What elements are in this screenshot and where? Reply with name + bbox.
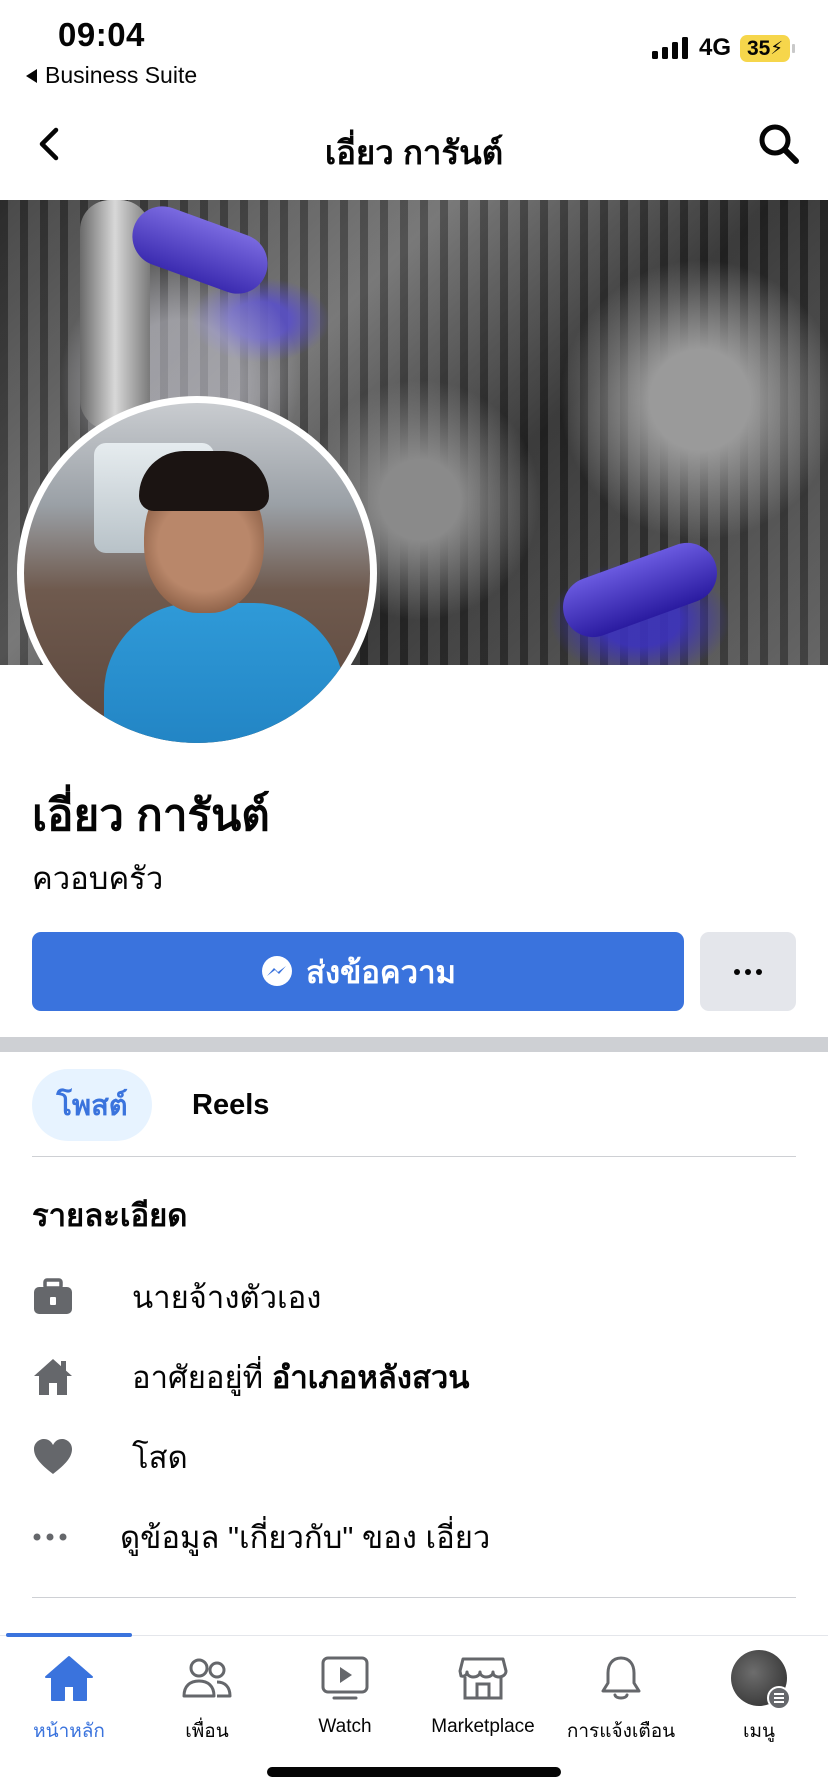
tab-reels-label: Reels <box>192 1088 270 1121</box>
nav-home[interactable]: หน้าหลัก <box>0 1650 138 1746</box>
send-message-label: ส่งข้อความ <box>306 954 456 990</box>
profile-picture-image <box>24 403 370 743</box>
detail-lives-prefix: อาศัยอยู่ที่ <box>132 1360 272 1395</box>
search-icon <box>759 124 799 164</box>
status-bar: 09:04 Business Suite 4G 35 ⚡ <box>0 0 828 96</box>
home-indicator <box>267 1767 561 1777</box>
nav-marketplace-label: Marketplace <box>431 1716 535 1737</box>
see-about-link[interactable]: ดูข้อมูล "เกี่ยวกับ" ของ เอี่ยว <box>32 1512 490 1562</box>
detail-lives-place[interactable]: อำเภอหลังสวน <box>272 1352 470 1402</box>
top-header: เอี่ยว การันต์ <box>0 96 828 200</box>
profile-photo-shirt <box>104 603 344 743</box>
cellular-signal-icon <box>652 37 688 59</box>
network-type: 4G <box>699 34 732 61</box>
house-icon <box>32 1355 88 1399</box>
profile-picture[interactable] <box>17 396 377 750</box>
nav-friends-label: เพื่อน <box>185 1721 229 1742</box>
battery-icon: 35 ⚡ <box>740 35 795 62</box>
home-icon <box>41 1650 97 1706</box>
detail-work-text: นายจ้างตัวเอง <box>132 1280 322 1315</box>
nav-notifications-label: การแจ้งเตือน <box>566 1721 676 1742</box>
detail-relationship-text: โสด <box>132 1440 188 1475</box>
active-tab-indicator <box>6 1633 132 1637</box>
nav-watch-label: Watch <box>318 1716 372 1737</box>
more-dots-icon <box>32 1515 82 1559</box>
messenger-icon <box>262 955 293 986</box>
detail-lives: อาศัยอยู่ที่ อำเภอหลังสวน <box>32 1352 469 1402</box>
menu-avatar <box>731 1650 791 1710</box>
nav-menu-label: เมนู <box>742 1721 775 1742</box>
details-heading: รายละเอียด <box>32 1198 188 1233</box>
back-triangle-icon <box>26 68 37 83</box>
more-dots-icon <box>734 968 762 975</box>
tabs-divider <box>32 1156 796 1157</box>
back-app-label: Business Suite <box>45 62 198 88</box>
detail-work: นายจ้างตัวเอง <box>32 1272 321 1322</box>
nav-marketplace[interactable]: Marketplace <box>414 1650 552 1738</box>
marketplace-icon <box>455 1650 511 1706</box>
nav-watch[interactable]: Watch <box>276 1650 414 1738</box>
search-button[interactable] <box>757 122 801 166</box>
battery-level: 35 <box>747 36 771 60</box>
charging-bolt-icon: ⚡ <box>770 38 783 58</box>
profile-subtitle: ควอบครัว <box>32 861 164 896</box>
nav-friends[interactable]: เพื่อน <box>138 1650 276 1746</box>
tab-posts[interactable]: โพสต์ <box>32 1069 152 1141</box>
briefcase-icon <box>32 1275 88 1319</box>
friends-icon <box>179 1650 235 1706</box>
send-message-button[interactable]: ส่งข้อความ <box>32 932 684 1011</box>
bell-icon <box>593 1650 649 1706</box>
see-about-text: ดูข้อมูล "เกี่ยวกับ" ของ เอี่ยว <box>120 1520 491 1555</box>
section-divider <box>0 1037 828 1052</box>
heart-icon <box>32 1435 88 1479</box>
status-time: 09:04 <box>58 16 145 53</box>
details-divider <box>32 1597 796 1598</box>
back-to-app-link[interactable]: Business Suite <box>26 62 197 89</box>
detail-relationship: โสด <box>32 1432 188 1482</box>
more-options-button[interactable] <box>700 932 796 1011</box>
nav-menu[interactable]: เมนู <box>690 1650 828 1746</box>
tab-posts-label: โพสต์ <box>56 1090 128 1122</box>
watch-icon <box>317 1650 373 1706</box>
profile-name: เอี่ยว การันต์ <box>32 791 270 840</box>
tab-reels[interactable]: Reels <box>192 1069 269 1141</box>
nav-home-label: หน้าหลัก <box>33 1721 105 1742</box>
page-title: เอี่ยว การันต์ <box>324 134 504 171</box>
nav-notifications[interactable]: การแจ้งเตือน <box>552 1650 690 1746</box>
cover-hose-shape <box>554 534 726 646</box>
hamburger-icon <box>767 1686 791 1710</box>
profile-photo-hair <box>139 451 269 511</box>
